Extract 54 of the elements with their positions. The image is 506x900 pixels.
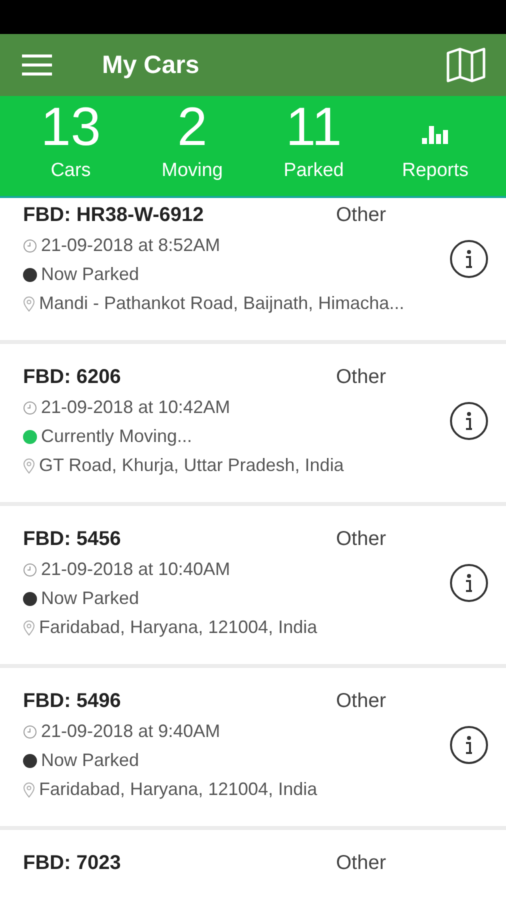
status-text: Now Parked — [41, 264, 140, 285]
info-icon — [465, 573, 473, 593]
info-button[interactable] — [450, 240, 488, 278]
stat-label: Cars — [50, 160, 91, 182]
address-text: Mandi - Pathankot Road, Baijnath, Himacha... — [39, 293, 404, 314]
timestamp: 21-09-2018 at 10:40AM — [41, 559, 230, 580]
address-text: GT Road, Khurja, Uttar Pradesh, India — [39, 455, 344, 476]
car-card[interactable]: FBD: HR38-W-6912 Other 21-09-2018 at 8:52AM Now Parked Mandi - Pathankot Road, Baijnath, Himacha... — [0, 182, 506, 344]
info-button[interactable] — [450, 402, 488, 440]
location-pin-icon — [23, 458, 35, 474]
info-icon — [465, 249, 473, 269]
car-type: Other — [336, 852, 386, 875]
clock-icon — [23, 562, 37, 576]
timestamp: 21-09-2018 at 10:42AM — [41, 397, 230, 418]
car-name: FBD: 5496 — [23, 690, 121, 713]
location-pin-icon — [23, 620, 35, 636]
stat-count: 13 — [40, 100, 101, 154]
stat-count: 11 — [286, 100, 342, 154]
car-type: Other — [336, 690, 386, 713]
stat-count: 2 — [177, 100, 208, 154]
timestamp: 21-09-2018 at 9:40AM — [41, 721, 220, 742]
stat-label: Moving — [162, 160, 223, 182]
car-name: FBD: HR38-W-6912 — [23, 204, 204, 227]
status-text: Now Parked — [41, 588, 140, 609]
car-card[interactable]: FBD: 5496 Other 21-09-2018 at 9:40AM Now Parked Faridabad, Haryana, 121004, India — [0, 668, 506, 830]
address-text: Faridabad, Haryana, 121004, India — [39, 779, 318, 800]
app-title: My Cars — [102, 50, 200, 80]
map-button[interactable] — [446, 47, 486, 83]
info-button[interactable] — [450, 726, 488, 764]
info-button[interactable] — [450, 564, 488, 602]
stat-label: Parked — [284, 160, 344, 182]
info-icon — [465, 411, 473, 431]
timestamp: 21-09-2018 at 8:52AM — [41, 235, 220, 256]
car-name: FBD: 5456 — [23, 528, 121, 551]
status-text: Now Parked — [41, 750, 140, 771]
car-card[interactable]: FBD: 6206 Other 21-09-2018 at 10:42AM Currently Moving... GT Road, Khurja, Uttar Pradesh, India — [0, 344, 506, 506]
address-text: Faridabad, Haryana, 121004, India — [39, 617, 318, 638]
clock-icon — [23, 400, 37, 414]
info-icon — [465, 735, 473, 755]
car-name: FBD: 6206 — [23, 366, 121, 389]
location-pin-icon — [23, 782, 35, 798]
car-type: Other — [336, 204, 386, 227]
menu-icon — [22, 54, 52, 76]
car-type: Other — [336, 366, 386, 389]
car-card[interactable]: FBD: 5456 Other 21-09-2018 at 10:40AM Now Parked Faridabad, Haryana, 121004, India — [0, 506, 506, 668]
car-name: FBD: 7023 — [23, 852, 121, 875]
car-card[interactable]: FBD: 7023 Other — [0, 830, 506, 900]
menu-button[interactable] — [22, 54, 52, 76]
clock-icon — [23, 724, 37, 738]
status-text: Currently Moving... — [41, 426, 192, 447]
map-icon — [446, 47, 486, 83]
car-type: Other — [336, 528, 386, 551]
clock-icon — [23, 238, 37, 252]
location-pin-icon — [23, 296, 35, 312]
